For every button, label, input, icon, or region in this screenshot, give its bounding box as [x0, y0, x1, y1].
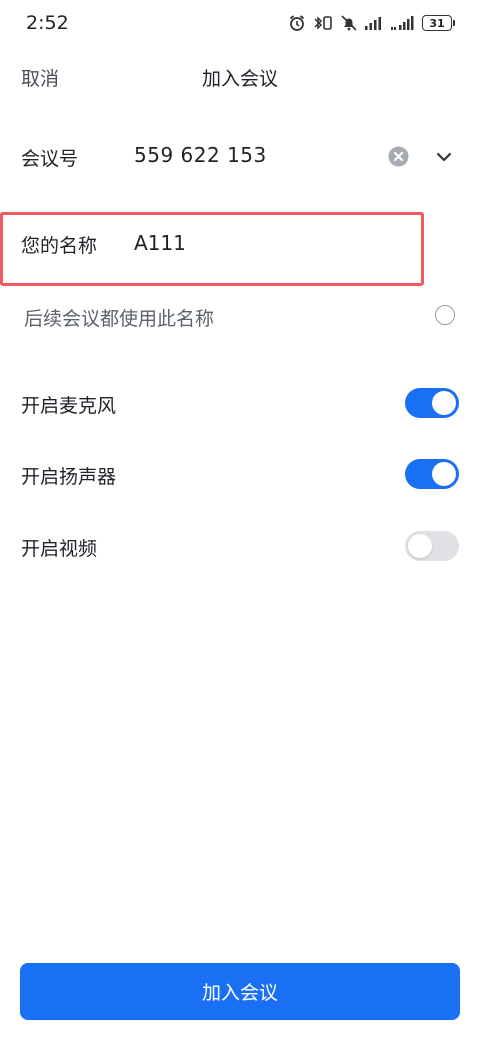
battery-icon: 31	[422, 15, 455, 31]
bluetooth-vibrate-icon	[312, 14, 334, 32]
signal-icon-secondary	[390, 15, 416, 31]
display-name-input[interactable]: A111	[134, 231, 186, 255]
display-name-row: 您的名称 A111	[0, 212, 480, 286]
toggle-knob	[432, 391, 456, 415]
page-title: 加入会议	[201, 68, 278, 90]
meeting-id-label: 会议号	[21, 148, 79, 170]
status-icons: 31	[288, 14, 455, 32]
remember-name-label: 后续会议都使用此名称	[24, 308, 215, 330]
video-toggle[interactable]	[405, 531, 459, 561]
display-name-label: 您的名称	[21, 235, 98, 257]
video-label: 开启视频	[21, 538, 98, 560]
chevron-down-icon[interactable]	[433, 148, 455, 166]
speaker-toggle[interactable]	[405, 459, 459, 489]
video-row: 开启视频	[0, 522, 480, 572]
speaker-row: 开启扬声器	[0, 450, 480, 500]
remember-name-radio[interactable]	[435, 305, 455, 325]
status-time: 2:52	[26, 12, 69, 34]
microphone-label: 开启麦克风	[21, 395, 117, 417]
muted-bell-icon	[340, 14, 358, 32]
meeting-id-input[interactable]: 559 622 153	[134, 143, 267, 167]
alarm-icon	[288, 14, 306, 32]
join-meeting-button[interactable]: 加入会议	[20, 963, 460, 1020]
toggle-knob	[432, 462, 456, 486]
toggle-knob	[408, 534, 432, 558]
signal-icon	[364, 15, 384, 31]
clear-icon[interactable]	[388, 146, 409, 167]
speaker-label: 开启扬声器	[21, 466, 117, 488]
meeting-id-row: 会议号 559 622 153	[0, 130, 480, 184]
microphone-toggle[interactable]	[405, 388, 459, 418]
remember-name-row[interactable]: 后续会议都使用此名称	[0, 295, 480, 337]
status-bar: 2:52 31	[0, 0, 480, 48]
nav-bar: 取消 加入会议	[0, 52, 480, 100]
microphone-row: 开启麦克风	[0, 379, 480, 429]
